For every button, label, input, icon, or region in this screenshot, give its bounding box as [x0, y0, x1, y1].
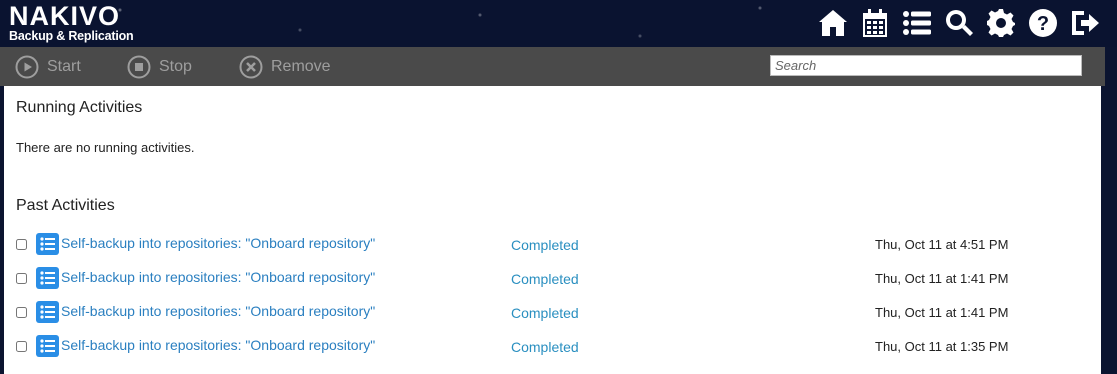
list-icon[interactable]: [899, 6, 935, 40]
remove-label: Remove: [271, 58, 331, 75]
gear-icon[interactable]: [983, 6, 1019, 40]
activity-list-icon: [36, 233, 59, 255]
remove-button[interactable]: Remove: [239, 55, 331, 79]
activity-list-icon: [36, 267, 59, 289]
top-navigation: ?: [815, 6, 1103, 40]
logo-tagline: Backup & Replication: [9, 29, 134, 43]
remove-icon: [239, 55, 263, 79]
activity-row[interactable]: Self-backup into repositories: "Onboard …: [4, 301, 1101, 331]
nakivo-logo[interactable]: NAKIVO Backup & Replication: [9, 1, 134, 44]
logout-icon[interactable]: [1067, 6, 1103, 40]
logo-name: NAKIVO: [9, 1, 121, 31]
help-icon[interactable]: ?: [1025, 6, 1061, 40]
row-checkbox[interactable]: [16, 341, 27, 352]
activity-status-link[interactable]: Completed: [511, 271, 579, 287]
activity-name-link[interactable]: Self-backup into repositories: "Onboard …: [61, 269, 375, 285]
search-icon[interactable]: [941, 6, 977, 40]
svg-text:?: ?: [1037, 13, 1049, 35]
activity-list-icon: [36, 335, 59, 357]
activity-time: Thu, Oct 11 at 4:51 PM: [875, 237, 1009, 252]
start-button[interactable]: Start: [15, 55, 81, 79]
stop-icon: [127, 55, 151, 79]
play-icon: [15, 55, 39, 79]
activity-name-link[interactable]: Self-backup into repositories: "Onboard …: [61, 303, 375, 319]
row-checkbox[interactable]: [16, 239, 27, 250]
no-running-message: There are no running activities.: [16, 140, 195, 155]
app-header: NAKIVO Backup & Replication ?: [0, 0, 1117, 47]
activity-time: Thu, Oct 11 at 1:41 PM: [875, 271, 1009, 286]
activities-toolbar: Start Stop Remove: [0, 47, 1105, 86]
activity-row[interactable]: Self-backup into repositories: "Onboard …: [4, 267, 1101, 297]
row-checkbox[interactable]: [16, 273, 27, 284]
calendar-icon[interactable]: [857, 6, 893, 40]
activity-name-link[interactable]: Self-backup into repositories: "Onboard …: [61, 235, 375, 251]
activity-time: Thu, Oct 11 at 1:35 PM: [875, 339, 1009, 354]
activity-status-link[interactable]: Completed: [511, 339, 579, 355]
activity-status-link[interactable]: Completed: [511, 305, 579, 321]
activity-row[interactable]: Self-backup into repositories: "Onboard …: [4, 335, 1101, 365]
activity-name-link[interactable]: Self-backup into repositories: "Onboard …: [61, 337, 375, 353]
past-activities-title: Past Activities: [16, 197, 115, 214]
home-icon[interactable]: [815, 6, 851, 40]
activity-row[interactable]: Self-backup into repositories: "Onboard …: [4, 233, 1101, 263]
page-scrollbar[interactable]: [1105, 47, 1117, 374]
start-label: Start: [47, 58, 81, 75]
running-activities-title: Running Activities: [16, 99, 143, 116]
activity-list-icon: [36, 301, 59, 323]
activity-status-link[interactable]: Completed: [511, 237, 579, 253]
stop-label: Stop: [159, 58, 192, 75]
activities-panel: Running Activities There are no running …: [4, 86, 1101, 374]
stop-button[interactable]: Stop: [127, 55, 192, 79]
search-input[interactable]: [770, 55, 1082, 76]
activity-time: Thu, Oct 11 at 1:41 PM: [875, 305, 1009, 320]
row-checkbox[interactable]: [16, 307, 27, 318]
